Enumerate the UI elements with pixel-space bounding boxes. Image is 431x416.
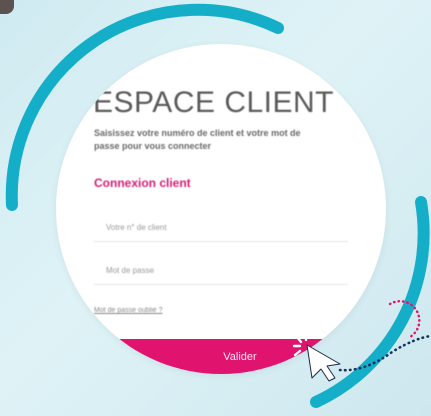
login-scene: ESPACE CLIENT Saisissez votre numéro de …: [0, 0, 431, 416]
client-number-field[interactable]: [94, 214, 348, 242]
page-title: ESPACE CLIENT: [93, 86, 335, 119]
password-field[interactable]: [94, 257, 348, 285]
login-instructions: Saisissez votre numéro de client et votr…: [94, 128, 301, 151]
section-heading: Connexion client: [94, 176, 191, 190]
forgot-password-link[interactable]: Mot de passe oublié ?: [94, 307, 163, 314]
login-card: ESPACE CLIENT Saisissez votre numéro de …: [56, 44, 386, 374]
click-burst-icon: [292, 334, 308, 357]
pointer-arrow-icon: [292, 334, 341, 382]
